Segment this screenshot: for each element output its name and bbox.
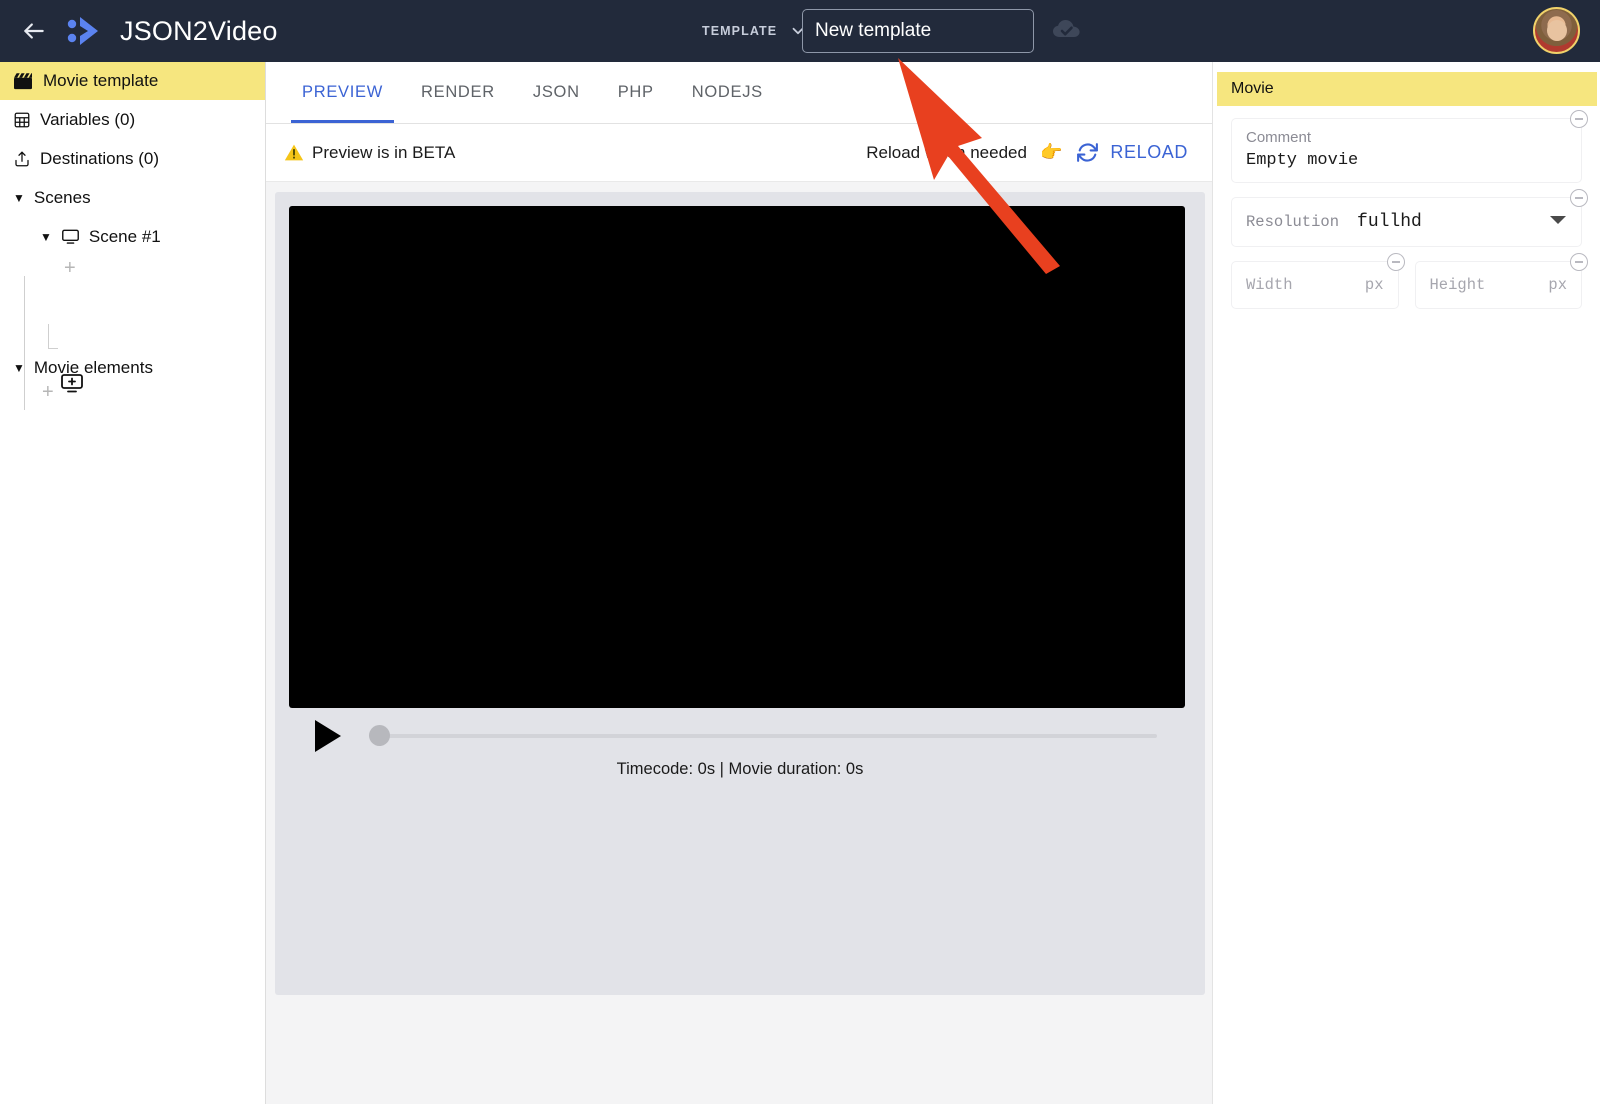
arrow-left-icon xyxy=(24,23,44,39)
json2video-play-logo xyxy=(67,17,98,45)
caret-down-icon[interactable]: ▼ xyxy=(13,362,25,374)
pointing-right-hand-icon: 👉 xyxy=(1039,142,1063,162)
tab-json[interactable]: JSON xyxy=(514,61,599,123)
chevron-down-icon[interactable] xyxy=(1549,213,1567,231)
app-header: JSON2Video TEMPLATE xyxy=(0,0,1600,62)
width-label: Width xyxy=(1246,276,1293,294)
sidebar-item-scene-1[interactable]: ▼ Scene #1 xyxy=(0,217,265,256)
timecode-text: Timecode: 0s | Movie duration: 0s xyxy=(616,760,864,778)
comment-field[interactable]: Comment Empty movie xyxy=(1231,110,1588,183)
caret-down-icon[interactable]: ▼ xyxy=(13,192,25,204)
monitor-icon xyxy=(61,229,79,244)
tab-bar: PREVIEW RENDER JSON PHP NODEJS xyxy=(266,62,1212,124)
preview-card: Timecode: 0s | Movie duration: 0s RENDER… xyxy=(275,192,1205,995)
add-scene-element-button[interactable]: + xyxy=(64,258,76,278)
template-label: TEMPLATE xyxy=(702,24,778,38)
tab-preview[interactable]: PREVIEW xyxy=(283,61,402,123)
scene-label: Scene #1 xyxy=(88,226,161,246)
comment-label: Comment xyxy=(1246,129,1312,146)
dropdown-caret xyxy=(1550,216,1566,224)
sidebar-title: Movie template xyxy=(43,71,159,90)
cloud-check-icon xyxy=(1053,20,1080,37)
properties-panel-title: Movie xyxy=(1217,72,1597,106)
video-stage[interactable] xyxy=(289,206,1185,708)
template-selector[interactable]: TEMPLATE xyxy=(702,0,807,62)
upload-icon xyxy=(15,151,29,166)
sidebar-item-label: Destinations (0) xyxy=(40,148,160,168)
beta-notice-bar: Preview is in BETA Reload when needed 👉 … xyxy=(266,124,1212,182)
template-name-input[interactable] xyxy=(802,9,1034,53)
sidebar-item-label: Variables (0) xyxy=(40,109,136,129)
sidebar-group-scenes[interactable]: ▼ Scenes xyxy=(0,178,265,217)
variables-icon xyxy=(14,112,30,127)
sidebar-title-row[interactable]: Movie template xyxy=(0,62,265,100)
clapperboard-icon xyxy=(14,73,32,90)
tab-render[interactable]: RENDER xyxy=(402,61,514,123)
resolution-field[interactable]: Resolution fullhd xyxy=(1231,189,1588,247)
tree-connector xyxy=(24,378,25,406)
seek-thumb[interactable] xyxy=(369,725,390,746)
properties-fields: Comment Empty movie Resolution fullhd Wi… xyxy=(1213,106,1600,309)
sidebar-group-label: Scenes xyxy=(33,187,91,207)
comment-value[interactable]: Empty movie xyxy=(1246,151,1567,170)
back-button[interactable] xyxy=(12,9,56,53)
height-field[interactable]: Height px xyxy=(1414,253,1588,309)
reload-label: RELOAD xyxy=(1110,142,1188,162)
dimensions-row: Width px Height px xyxy=(1231,253,1588,309)
app-root: JSON2Video TEMPLATE Movie template xyxy=(0,0,1600,1104)
caret-down-icon[interactable]: ▼ xyxy=(40,231,52,243)
cloud-saved-icon[interactable] xyxy=(1052,18,1082,47)
beta-notice-text: Preview is in BETA xyxy=(312,142,456,162)
right-properties-panel: Movie Comment Empty movie Resolution ful… xyxy=(1212,62,1600,1104)
left-sidebar: Movie template Variables (0) Destination… xyxy=(0,62,266,1104)
sidebar-group-movie-elements[interactable]: ▼ Movie elements xyxy=(0,348,153,387)
sidebar-group-label: Movie elements xyxy=(33,357,153,377)
tab-php[interactable]: PHP xyxy=(599,61,673,123)
height-label: Height xyxy=(1429,276,1486,294)
height-unit: px xyxy=(1548,276,1567,294)
reload-button[interactable]: RELOAD xyxy=(1075,140,1188,165)
minus-circle-icon[interactable] xyxy=(1386,253,1405,271)
player-controls xyxy=(275,720,1205,752)
user-avatar[interactable] xyxy=(1533,7,1580,54)
brand-name: JSON2Video xyxy=(120,15,278,46)
add-movie-element-button[interactable]: + xyxy=(42,382,54,402)
resolution-label: Resolution xyxy=(1246,213,1340,231)
sidebar-item-variables[interactable]: Variables (0) xyxy=(0,100,265,139)
seek-track[interactable] xyxy=(369,734,1157,738)
play-triangle-icon[interactable] xyxy=(315,720,341,752)
minus-circle-icon[interactable] xyxy=(1570,253,1588,271)
beta-notice: Preview is in BETA xyxy=(284,143,455,163)
refresh-icon xyxy=(1077,143,1099,162)
reload-area: Reload when needed 👉 RELOAD xyxy=(866,140,1188,165)
minus-circle-icon[interactable] xyxy=(1570,189,1588,207)
warning-triangle-icon xyxy=(284,144,304,161)
tree-connector xyxy=(48,324,49,348)
seek-bar[interactable] xyxy=(369,725,1157,747)
reload-hint-text: Reload when needed xyxy=(866,142,1027,162)
main-panel: PREVIEW RENDER JSON PHP NODEJS Preview i… xyxy=(266,62,1212,1104)
width-field[interactable]: Width px xyxy=(1231,253,1405,309)
resolution-value: fullhd xyxy=(1357,212,1422,232)
sidebar-item-destinations[interactable]: Destinations (0) xyxy=(0,139,265,178)
json2video-logo[interactable] xyxy=(64,14,106,48)
minus-circle-icon[interactable] xyxy=(1570,110,1588,128)
width-unit: px xyxy=(1364,276,1384,294)
tab-nodejs[interactable]: NODEJS xyxy=(673,61,782,123)
